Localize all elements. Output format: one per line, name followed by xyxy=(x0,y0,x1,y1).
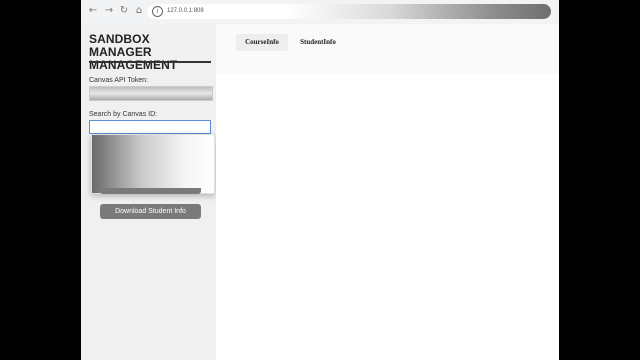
dropdown-item[interactable] xyxy=(92,139,214,149)
search-label: Search by Canvas ID: xyxy=(89,111,158,118)
tab-studentinfo[interactable]: StudentInfo xyxy=(292,34,344,51)
dropdown-item[interactable] xyxy=(92,150,214,160)
title-divider xyxy=(89,61,211,63)
app-title: SANDBOX MANAGER MANAGEMENT xyxy=(89,32,178,72)
search-input[interactable] xyxy=(89,120,211,134)
url-text: 127.0.0.1:808 xyxy=(167,8,204,14)
forward-arrow-icon[interactable]: → xyxy=(102,4,116,18)
api-token-input[interactable] xyxy=(89,86,213,101)
tab-bar: CourseInfo StudentInfo xyxy=(216,24,559,74)
sidebar: SANDBOX MANAGER MANAGEMENT Canvas API To… xyxy=(81,24,216,360)
dropdown-item[interactable] xyxy=(92,161,214,171)
back-arrow-icon[interactable]: ← xyxy=(86,4,100,18)
api-token-label: Canvas API Token: xyxy=(89,77,149,84)
tab-courseinfo[interactable]: CourseInfo xyxy=(236,34,288,51)
dropdown-item[interactable] xyxy=(92,172,214,182)
browser-window: ← → ↻ ⌂ i 127.0.0.1:808 SANDBOX MANAGER … xyxy=(81,0,559,360)
browser-toolbar: ← → ↻ ⌂ i 127.0.0.1:808 xyxy=(81,0,559,25)
site-info-icon[interactable]: i xyxy=(152,6,163,17)
home-icon[interactable]: ⌂ xyxy=(132,4,146,18)
download-course-button[interactable] xyxy=(100,188,201,194)
search-suggestions-dropdown[interactable] xyxy=(91,134,215,194)
download-student-button[interactable]: Download Student Info xyxy=(100,204,201,219)
reload-icon[interactable]: ↻ xyxy=(117,4,131,18)
address-bar[interactable]: i 127.0.0.1:808 xyxy=(147,4,551,19)
main-content: CourseInfo StudentInfo xyxy=(216,24,559,360)
